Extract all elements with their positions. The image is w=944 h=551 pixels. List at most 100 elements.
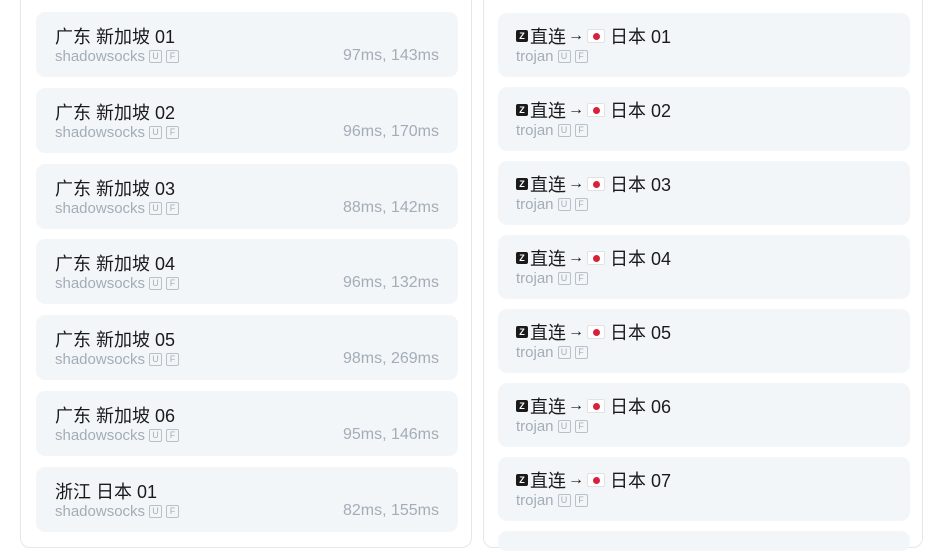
- proxy-node-card[interactable]: Z 直连 → 日本 02 trojan U F: [498, 87, 910, 151]
- arrow-icon: →: [568, 249, 584, 266]
- proxy-node-card[interactable]: 广东 新加坡 05 shadowsocks U F 98ms, 269ms: [36, 315, 458, 380]
- protocol-label: trojan: [516, 418, 554, 435]
- node-name: 浙江 日本 01: [55, 482, 158, 502]
- z-badge-icon: Z: [516, 178, 528, 190]
- node-meta: trojan U F: [516, 418, 588, 435]
- node-name: Z 直连 → 日本 07: [516, 467, 671, 493]
- route-region: 日本 04: [610, 249, 672, 269]
- protocol-label: shadowsocks: [55, 275, 146, 292]
- proxy-group-left: 广东 新加坡 01 shadowsocks U F 97ms, 143ms 广东 新加坡 …: [20, 0, 472, 548]
- flag-f-icon: F: [574, 494, 588, 507]
- proxy-node-card[interactable]: 浙江 日本 01 shadowsocks U F 82ms, 155ms: [36, 467, 458, 532]
- flag-f-icon: F: [574, 272, 588, 285]
- node-meta: shadowsocks U F: [55, 48, 180, 65]
- japan-flag-icon: [587, 29, 605, 43]
- route-region: 日本 05: [610, 323, 672, 343]
- node-meta: shadowsocks U F: [55, 124, 180, 141]
- udp-flag-icon: U: [557, 420, 571, 433]
- proxy-node-card-partial[interactable]: [498, 531, 910, 551]
- protocol-label: shadowsocks: [55, 503, 146, 520]
- japan-flag-icon: [587, 103, 605, 117]
- z-badge-icon: Z: [516, 104, 528, 116]
- arrow-icon: →: [568, 27, 584, 44]
- arrow-icon: →: [568, 397, 584, 414]
- node-name: 广东 新加坡 01: [55, 27, 176, 47]
- proxy-node-card[interactable]: Z 直连 → 日本 03 trojan U F: [498, 161, 910, 225]
- node-name: 广东 新加坡 04: [55, 254, 176, 274]
- flag-f-icon: F: [166, 126, 180, 139]
- latency-value: 82ms, 155ms: [342, 502, 439, 519]
- flag-f-icon: F: [574, 346, 588, 359]
- node-meta: shadowsocks U F: [55, 275, 180, 292]
- protocol-label: shadowsocks: [55, 351, 146, 368]
- proxy-node-card[interactable]: 广东 新加坡 06 shadowsocks U F 95ms, 146ms: [36, 391, 458, 456]
- route-prefix: 直连: [530, 249, 566, 269]
- proxy-node-card[interactable]: 广东 新加坡 02 shadowsocks U F 96ms, 170ms: [36, 88, 458, 153]
- route-region: 日本 03: [610, 175, 672, 195]
- udp-flag-icon: U: [557, 346, 571, 359]
- udp-flag-icon: U: [149, 126, 163, 139]
- node-name: 广东 新加坡 05: [55, 330, 176, 350]
- proxy-node-card[interactable]: Z 直连 → 日本 05 trojan U F: [498, 309, 910, 373]
- proxy-node-card[interactable]: 广东 新加坡 03 shadowsocks U F 88ms, 142ms: [36, 164, 458, 229]
- protocol-label: shadowsocks: [55, 124, 146, 141]
- flag-f-icon: F: [166, 277, 180, 290]
- udp-flag-icon: U: [149, 50, 163, 63]
- node-name: 广东 新加坡 02: [55, 103, 176, 123]
- flag-f-icon: F: [166, 202, 180, 215]
- proxy-node-card[interactable]: 广东 新加坡 04 shadowsocks U F 96ms, 132ms: [36, 239, 458, 304]
- node-name: Z 直连 → 日本 04: [516, 245, 671, 271]
- node-meta: shadowsocks U F: [55, 427, 180, 444]
- udp-flag-icon: U: [149, 353, 163, 366]
- proxy-node-card[interactable]: Z 直连 → 日本 04 trojan U F: [498, 235, 910, 299]
- protocol-label: trojan: [516, 122, 554, 139]
- udp-flag-icon: U: [557, 494, 571, 507]
- route-region: 日本 02: [610, 101, 672, 121]
- flag-f-icon: F: [166, 429, 180, 442]
- latency-value: 96ms, 170ms: [342, 123, 439, 140]
- udp-flag-icon: U: [149, 202, 163, 215]
- flag-f-icon: F: [574, 124, 588, 137]
- latency-value: 98ms, 269ms: [342, 350, 439, 367]
- protocol-label: trojan: [516, 196, 554, 213]
- proxy-node-card[interactable]: 广东 新加坡 01 shadowsocks U F 97ms, 143ms: [36, 12, 458, 77]
- node-name: Z 直连 → 日本 03: [516, 171, 671, 197]
- route-prefix: 直连: [530, 397, 566, 417]
- node-name: 广东 新加坡 06: [55, 406, 176, 426]
- udp-flag-icon: U: [557, 50, 571, 63]
- latency-value: 88ms, 142ms: [342, 199, 439, 216]
- z-badge-icon: Z: [516, 474, 528, 486]
- flag-f-icon: F: [166, 353, 180, 366]
- udp-flag-icon: U: [557, 272, 571, 285]
- protocol-label: trojan: [516, 48, 554, 65]
- protocol-label: shadowsocks: [55, 200, 146, 217]
- arrow-icon: →: [568, 471, 584, 488]
- japan-flag-icon: [587, 325, 605, 339]
- route-prefix: 直连: [530, 175, 566, 195]
- udp-flag-icon: U: [557, 198, 571, 211]
- arrow-icon: →: [568, 175, 584, 192]
- node-name: Z 直连 → 日本 06: [516, 393, 671, 419]
- proxy-node-card[interactable]: Z 直连 → 日本 06 trojan U F: [498, 383, 910, 447]
- flag-f-icon: F: [574, 420, 588, 433]
- protocol-label: shadowsocks: [55, 427, 146, 444]
- node-name: Z 直连 → 日本 05: [516, 319, 671, 345]
- node-meta: trojan U F: [516, 48, 588, 65]
- proxy-node-card[interactable]: Z 直连 → 日本 07 trojan U F: [498, 457, 910, 521]
- node-meta: shadowsocks U F: [55, 503, 180, 520]
- route-region: 日本 07: [610, 471, 672, 491]
- route-region: 日本 01: [610, 27, 672, 47]
- proxy-node-card[interactable]: Z 直连 → 日本 01 trojan U F: [498, 13, 910, 77]
- flag-f-icon: F: [166, 505, 180, 518]
- arrow-icon: →: [568, 323, 584, 340]
- udp-flag-icon: U: [557, 124, 571, 137]
- route-prefix: 直连: [530, 101, 566, 121]
- node-meta: trojan U F: [516, 196, 588, 213]
- route-region: 日本 06: [610, 397, 672, 417]
- japan-flag-icon: [587, 399, 605, 413]
- udp-flag-icon: U: [149, 429, 163, 442]
- udp-flag-icon: U: [149, 277, 163, 290]
- node-meta: shadowsocks U F: [55, 200, 180, 217]
- node-meta: trojan U F: [516, 270, 588, 287]
- latency-value: 95ms, 146ms: [342, 426, 439, 443]
